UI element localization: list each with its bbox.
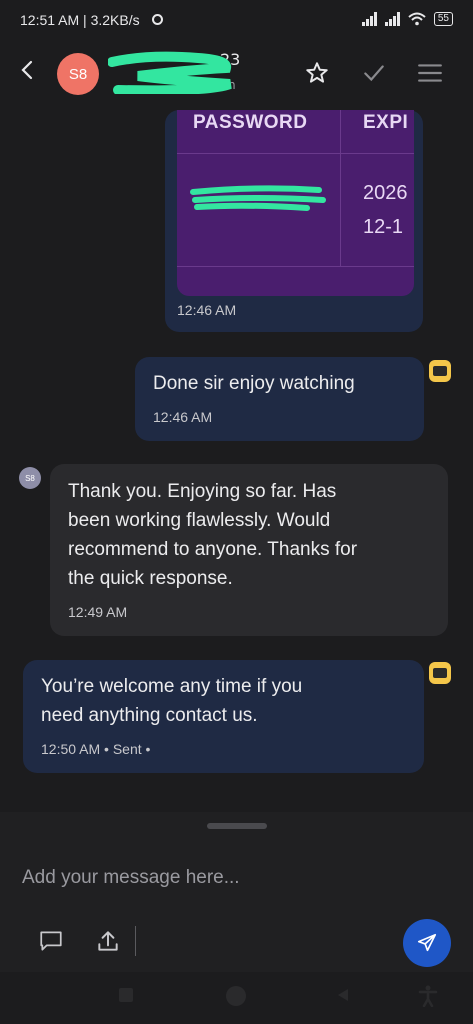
sender-avatar: [429, 360, 451, 382]
send-icon: [417, 933, 437, 952]
upload-icon[interactable]: [95, 928, 121, 954]
chat-header: S8 23 n: [0, 40, 473, 112]
recent-apps-button[interactable]: [119, 988, 133, 1002]
home-button[interactable]: [226, 986, 246, 1006]
redaction-mark: [190, 185, 326, 211]
status-icons: 55: [361, 12, 453, 26]
message-text: been working flawlessly. Would: [68, 510, 331, 531]
status-time: 12:51 AM | 3.2KB/s: [20, 12, 140, 28]
back-arrow-icon[interactable]: [16, 58, 40, 82]
message-text: You’re welcome any time if you: [41, 676, 303, 697]
message-input[interactable]: [20, 860, 444, 896]
send-button[interactable]: [403, 919, 451, 967]
accessibility-icon[interactable]: [418, 985, 438, 1007]
expiry-value: 2026: [363, 182, 408, 204]
column-header-password: PASSWORD: [193, 112, 308, 133]
star-icon[interactable]: [304, 60, 330, 86]
column-header-expiry: EXPI: [363, 112, 409, 133]
back-nav-icon[interactable]: [336, 988, 350, 1002]
table-divider: [177, 153, 414, 154]
message-time: 12:50 AM • Sent •: [41, 741, 151, 757]
message-text: Thank you. Enjoying so far. Has: [68, 481, 337, 502]
table-divider: [340, 110, 341, 266]
message-time: 12:46 AM: [177, 302, 237, 318]
avatar[interactable]: S8: [57, 53, 99, 95]
chat-bubble-icon[interactable]: [38, 928, 64, 954]
wifi-icon: [408, 12, 426, 26]
toolbar-divider: [135, 926, 136, 956]
signal-icon-2: [384, 12, 400, 26]
table-divider: [177, 266, 414, 267]
drag-handle[interactable]: [207, 823, 267, 829]
credentials-table: PASSWORD EXPI 2026 12-1: [177, 110, 414, 296]
status-bar: 12:51 AM | 3.2KB/s 55: [0, 0, 473, 40]
notification-icon: [152, 14, 163, 25]
message-text: recommend to anyone. Thanks for: [68, 539, 358, 560]
menu-icon[interactable]: [417, 60, 443, 86]
redaction-mark: [108, 51, 232, 94]
message-time: 12:46 AM: [153, 409, 213, 425]
message-text: Done sir enjoy watching: [153, 373, 355, 394]
message-text: the quick response.: [68, 568, 233, 589]
contact-avatar-small: S8: [19, 467, 41, 489]
signal-icon: [361, 12, 377, 26]
expiry-value: 12-1: [363, 216, 404, 238]
message-text: need anything contact us.: [41, 705, 258, 726]
sender-avatar: [429, 662, 451, 684]
check-icon[interactable]: [361, 60, 387, 86]
message-time: 12:49 AM: [68, 604, 128, 620]
battery-icon: 55: [433, 12, 453, 26]
